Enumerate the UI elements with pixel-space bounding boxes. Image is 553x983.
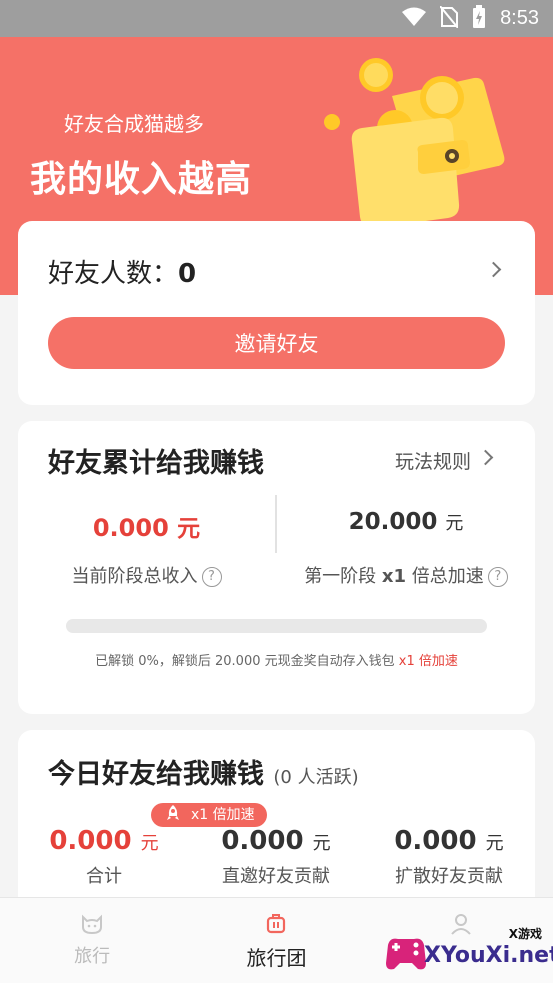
help-icon[interactable]: ? <box>201 567 222 587</box>
target-stage-label-row: 第一阶段 x1 倍总加速? <box>277 562 535 588</box>
target-amount-value: 20.000 <box>348 509 438 535</box>
stat-spread-label: 扩散好友贡献 <box>395 866 503 887</box>
friends-count-value: 0 <box>178 259 197 289</box>
current-stage-amount: 0.000 元 <box>18 509 275 543</box>
stat-total-label: 合计 <box>86 866 122 887</box>
friends-count-row[interactable]: 好友人数：0 <box>48 253 196 290</box>
unlock-progress-bar <box>66 619 487 633</box>
target-stage-label-suffix: 倍总加速 <box>411 566 484 587</box>
current-stage-label: 当前阶段总收入 <box>71 566 198 587</box>
battery-charging-icon <box>472 4 486 33</box>
current-amount-value: 0.000 <box>92 514 169 542</box>
watermark-site-text: XYouXi.net <box>424 943 553 968</box>
stat-direct-friends: 0.000 元 直邀好友贡献 <box>190 826 362 888</box>
invite-friends-button[interactable]: 邀请好友 <box>48 317 505 369</box>
nav-item-travel-group[interactable]: 旅行团 <box>184 898 368 983</box>
cat-face-icon <box>80 912 104 936</box>
today-earnings-card: 今日好友给我赚钱 (0 人活跃) x1 倍加速 0.000 元 合计 0.000… <box>18 730 535 900</box>
current-stage-label-row: 当前阶段总收入? <box>18 562 275 588</box>
today-earnings-title: 今日好友给我赚钱 <box>48 759 264 790</box>
boost-badge: x1 倍加速 <box>151 803 267 827</box>
friends-card: 好友人数：0 邀请好友 <box>18 221 535 405</box>
target-amount-unit: 元 <box>445 513 464 534</box>
wallet-coins-illustration <box>322 56 522 231</box>
stat-total: 0.000 元 合计 <box>18 826 190 888</box>
xyouxi-watermark: X游戏 XYouXi.net <box>384 925 553 977</box>
friends-count-label: 好友人数： <box>48 259 179 289</box>
today-earnings-title-row: 今日好友给我赚钱 (0 人活跃) <box>48 752 359 791</box>
current-amount-unit: 元 <box>177 516 201 542</box>
status-time: 8:53 <box>500 7 539 29</box>
stat-direct-unit: 元 <box>312 833 331 854</box>
cumulative-earnings-card: 好友累计给我赚钱 玩法规则 0.000 元 20.000 元 当前阶段总收入? … <box>18 421 535 714</box>
hero-subtitle: 好友合成猫越多 <box>64 112 204 136</box>
stat-spread-value: 0.000 <box>394 826 477 856</box>
stat-total-unit: 元 <box>140 833 159 854</box>
stat-direct-label: 直邀好友贡献 <box>222 866 330 887</box>
target-stage-label-prefix: 第一阶段 <box>304 566 377 587</box>
help-icon[interactable]: ? <box>487 567 508 587</box>
nav-item-travel-group-label: 旅行团 <box>246 946 307 970</box>
luggage-icon <box>264 912 288 936</box>
rules-link[interactable]: 玩法规则 <box>395 447 471 474</box>
target-stage-amount: 20.000 元 <box>277 509 535 535</box>
unlock-note-text: 已解锁 0%，解锁后 20.000 元现金奖自动存入钱包 <box>95 654 395 669</box>
stat-spread-unit: 元 <box>485 833 504 854</box>
nav-item-travel-label: 旅行 <box>74 946 111 967</box>
hero-title: 我的收入越高 <box>30 159 253 200</box>
stat-total-value: 0.000 <box>49 826 132 856</box>
status-bar: 8:53 <box>0 0 553 37</box>
unlock-note: 已解锁 0%，解锁后 20.000 元现金奖自动存入钱包 x1 倍加速 <box>18 650 535 669</box>
boost-badge-label: x1 倍加速 <box>191 807 255 823</box>
active-friends-count: (0 人活跃) <box>273 767 359 788</box>
unlock-note-highlight: x1 倍加速 <box>398 654 458 669</box>
chevron-right-icon[interactable] <box>485 261 502 278</box>
chevron-right-icon[interactable] <box>477 449 494 466</box>
stat-direct-value: 0.000 <box>221 826 304 856</box>
wifi-icon <box>402 7 427 31</box>
nav-item-travel[interactable]: 旅行 <box>0 898 184 983</box>
watermark-top-text: X游戏 <box>508 927 542 941</box>
stat-spread-friends: 0.000 元 扩散好友贡献 <box>363 826 535 888</box>
target-stage-multiplier: x1 <box>381 566 407 587</box>
no-sim-icon <box>439 4 459 32</box>
cumulative-earnings-title: 好友累计给我赚钱 <box>48 448 264 479</box>
